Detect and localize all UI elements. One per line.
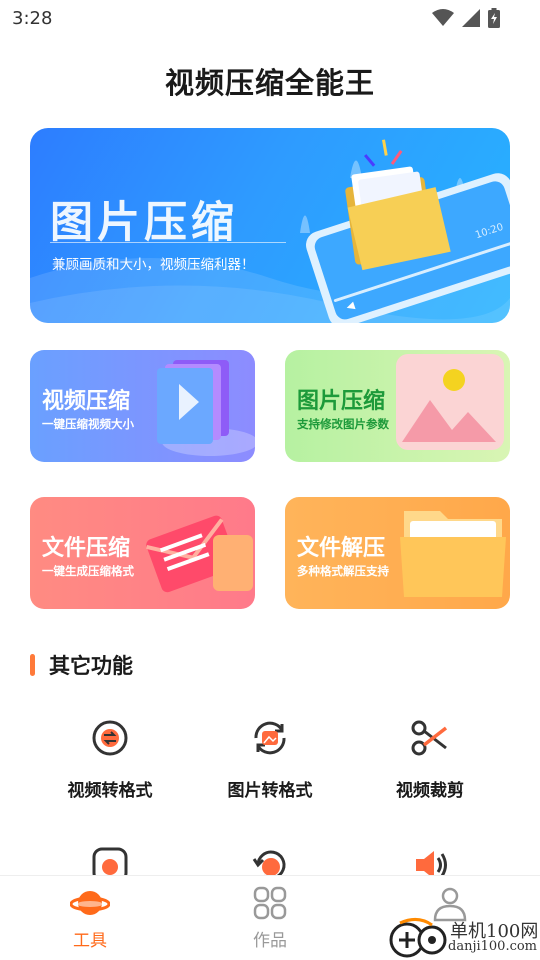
watermark: 单机100网 danji100.com — [388, 915, 540, 960]
banner-title: 图片压缩 — [50, 198, 238, 248]
banner-divider — [50, 242, 286, 243]
status-bar: 3:28 — [0, 0, 540, 38]
tool-video-crop[interactable]: 视频裁剪 — [355, 718, 505, 801]
section-header: 其它功能 — [30, 650, 133, 680]
card-image-compress[interactable]: 图片压缩 支持修改图片参数 — [285, 350, 510, 462]
status-time: 3:28 — [12, 8, 53, 29]
status-icons — [432, 8, 500, 28]
card-file-extract[interactable]: 文件解压 多种格式解压支持 — [285, 497, 510, 609]
image-convert-icon — [254, 721, 286, 755]
video-convert-icon — [92, 720, 128, 756]
tab-label: 作品 — [253, 931, 287, 951]
video-stack-icon — [157, 360, 255, 456]
card-title: 文件解压 — [297, 536, 386, 561]
card-subtitle: 一键压缩视频大小 — [42, 417, 134, 431]
tool-image-convert[interactable]: 图片转格式 — [195, 718, 345, 801]
signal-icon — [462, 9, 480, 27]
card-subtitle: 一键生成压缩格式 — [42, 564, 134, 578]
file-zip-icon — [146, 515, 253, 593]
card-subtitle: 支持修改图片参数 — [297, 417, 389, 431]
card-video-compress[interactable]: 视频压缩 一键压缩视频大小 — [30, 350, 255, 462]
section-title: 其它功能 — [49, 654, 133, 678]
section-accent-bar — [30, 654, 35, 676]
banner-image-compress[interactable]: 图片压缩 兼顾画质和大小，视频压缩利器！ 10:20 — [30, 128, 510, 323]
tab-label: 工具 — [73, 931, 107, 951]
card-title: 视频压缩 — [42, 389, 131, 414]
tool-video-convert[interactable]: 视频转格式 — [35, 718, 185, 801]
folder-icon — [400, 511, 506, 597]
battery-icon — [488, 8, 500, 28]
tool-label: 视频转格式 — [67, 781, 153, 801]
tab-works[interactable]: 作品 — [210, 886, 330, 951]
card-file-compress[interactable]: 文件压缩 一键生成压缩格式 — [30, 497, 255, 609]
tab-tools[interactable]: 工具 — [30, 886, 150, 951]
tool-label: 图片转格式 — [227, 781, 313, 801]
planet-icon — [69, 891, 111, 915]
watermark-url: danji100.com — [448, 939, 538, 954]
banner-subtitle: 兼顾画质和大小，视频压缩利器！ — [52, 257, 255, 273]
picture-icon — [396, 354, 504, 450]
grid-icon — [253, 886, 287, 920]
scissors-icon — [411, 720, 448, 756]
tool-label: 视频裁剪 — [396, 781, 464, 801]
card-subtitle: 多种格式解压支持 — [297, 564, 389, 578]
wifi-icon — [432, 9, 454, 26]
page-title: 视频压缩全能王 — [164, 66, 375, 100]
card-title: 图片压缩 — [297, 389, 386, 414]
watermark-logo-icon — [389, 918, 447, 958]
card-title: 文件压缩 — [42, 536, 131, 561]
